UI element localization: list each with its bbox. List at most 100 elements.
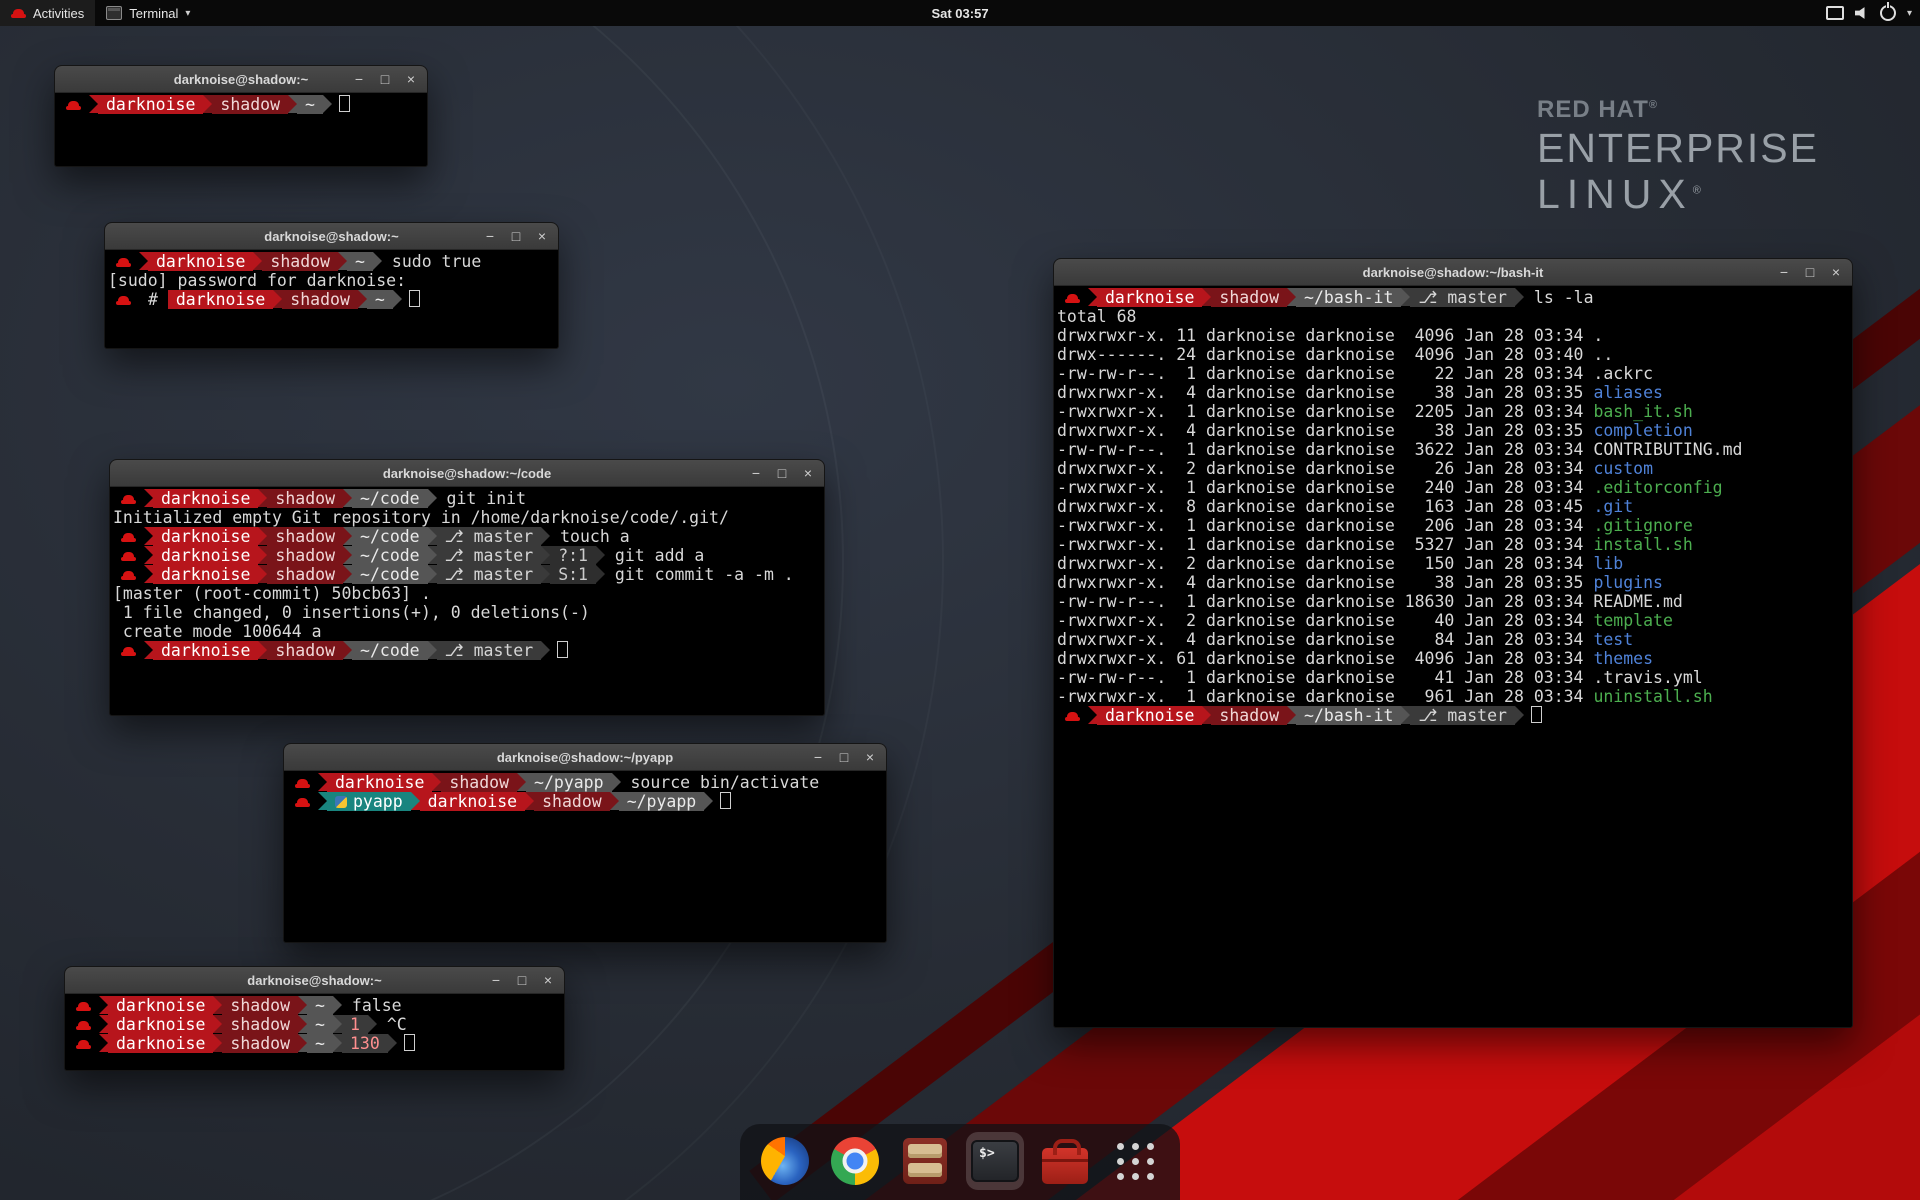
prompt-segment bbox=[113, 641, 144, 660]
terminal-content[interactable]: darknoiseshadow~/pyapp source bin/activa… bbox=[284, 771, 886, 813]
terminal-text: -rw-rw-r--. 1 darknoise darknoise 41 Jan… bbox=[1057, 668, 1703, 687]
dock-item-chrome[interactable] bbox=[826, 1132, 884, 1190]
close-button[interactable]: × bbox=[863, 750, 877, 764]
terminal-text: 1 file changed, 0 insertions(+), 0 delet… bbox=[113, 603, 590, 622]
chevron-down-icon: ▾ bbox=[185, 8, 190, 19]
prompt-segment: shadow bbox=[267, 527, 343, 546]
window-titlebar[interactable]: darknoise@shadow:~/bash-it − □ × bbox=[1054, 259, 1852, 286]
powerline-separator bbox=[596, 565, 605, 583]
prompt-segment bbox=[1057, 288, 1088, 307]
terminal-text: source bin/activate bbox=[621, 773, 820, 792]
redhat-icon bbox=[121, 645, 136, 658]
terminal-content[interactable]: darknoiseshadow~ falsedarknoiseshadow~1 … bbox=[65, 994, 564, 1055]
prompt-segment: shadow bbox=[441, 773, 517, 792]
redhat-icon bbox=[121, 550, 136, 563]
system-status-area[interactable]: ▾ bbox=[1826, 0, 1912, 26]
prompt-segment: pyapp bbox=[327, 792, 411, 811]
prompt-segment: ⎇ master bbox=[437, 527, 542, 546]
terminal-content[interactable]: darknoiseshadow~/code git initInitialize… bbox=[110, 487, 824, 662]
maximize-button[interactable]: □ bbox=[378, 72, 392, 86]
terminal-line: darknoiseshadow~/pyapp source bin/activa… bbox=[287, 773, 883, 792]
minimize-button[interactable]: − bbox=[1777, 265, 1791, 279]
app-menu-terminal[interactable]: Terminal ▾ bbox=[95, 0, 201, 26]
terminal-content[interactable]: darknoiseshadow~/bash-it⎇ master ls -lat… bbox=[1054, 286, 1852, 727]
window-titlebar[interactable]: darknoise@shadow:~ − □ × bbox=[65, 967, 564, 994]
clock[interactable]: Sat 03:57 bbox=[931, 6, 988, 21]
maximize-button[interactable]: □ bbox=[515, 973, 529, 987]
close-button[interactable]: × bbox=[801, 466, 815, 480]
terminal-text: -rwxrwxr-x. 1 darknoise darknoise 206 Ja… bbox=[1057, 516, 1593, 535]
terminal-text: -rwxrwxr-x. 1 darknoise darknoise 240 Ja… bbox=[1057, 478, 1593, 497]
dock-item-terminal[interactable]: $> bbox=[966, 1132, 1024, 1190]
terminal-line: drwxrwxr-x. 4 darknoise darknoise 38 Jan… bbox=[1057, 573, 1849, 592]
terminal-text: drwxrwxr-x. 2 darknoise darknoise 150 Ja… bbox=[1057, 554, 1593, 573]
close-button[interactable]: × bbox=[535, 229, 549, 243]
redhat-logo-icon bbox=[11, 7, 26, 20]
terminal-text: -rwxrwxr-x. 1 darknoise darknoise 5327 J… bbox=[1057, 535, 1593, 554]
terminal-window[interactable]: darknoise@shadow:~/code − □ × darknoises… bbox=[109, 459, 825, 716]
powerline-separator bbox=[343, 527, 352, 545]
window-titlebar[interactable]: darknoise@shadow:~/code − □ × bbox=[110, 460, 824, 487]
prompt-segment: ~/code bbox=[352, 546, 428, 565]
terminal-line: darknoiseshadow~ sudo true bbox=[108, 252, 555, 271]
terminal-window[interactable]: darknoise@shadow:~/bash-it − □ × darknoi… bbox=[1053, 258, 1853, 1028]
terminal-window[interactable]: darknoise@shadow:~/pyapp − □ × darknoise… bbox=[283, 743, 887, 943]
terminal-line: darknoiseshadow~/code⎇ master touch a bbox=[113, 527, 821, 546]
minimize-button[interactable]: − bbox=[811, 750, 825, 764]
powerline-separator bbox=[368, 1015, 377, 1033]
close-button[interactable]: × bbox=[404, 72, 418, 86]
prompt-segment: ~/pyapp bbox=[526, 773, 612, 792]
terminal-line: -rw-rw-r--. 1 darknoise darknoise 3622 J… bbox=[1057, 440, 1849, 459]
minimize-button[interactable]: − bbox=[352, 72, 366, 86]
window-titlebar[interactable]: darknoise@shadow:~ − □ × bbox=[55, 66, 427, 93]
powerline-separator bbox=[338, 252, 347, 270]
terminal-text: Initialized empty Git repository in /hom… bbox=[113, 508, 729, 527]
powerline-separator bbox=[99, 1034, 108, 1052]
minimize-button[interactable]: − bbox=[489, 973, 503, 987]
power-icon bbox=[1880, 5, 1896, 21]
window-title: darknoise@shadow:~/bash-it bbox=[1363, 265, 1544, 280]
terminal-line: # darknoiseshadow~ bbox=[108, 290, 555, 309]
terminal-text: drwxrwxr-x. 4 darknoise darknoise 38 Jan… bbox=[1057, 421, 1593, 440]
powerline-separator bbox=[144, 546, 153, 564]
powerline-separator bbox=[318, 792, 327, 810]
window-titlebar[interactable]: darknoise@shadow:~ − □ × bbox=[105, 223, 558, 250]
terminal-cursor bbox=[557, 641, 568, 658]
dock-item-toolbox[interactable] bbox=[1036, 1132, 1094, 1190]
terminal-window[interactable]: darknoise@shadow:~ − □ × darknoiseshadow… bbox=[104, 222, 559, 349]
powerline-separator bbox=[1401, 288, 1410, 306]
window-titlebar[interactable]: darknoise@shadow:~/pyapp − □ × bbox=[284, 744, 886, 771]
brand-enterprise: ENTERPRISE bbox=[1537, 127, 1819, 170]
terminal-window[interactable]: darknoise@shadow:~ − □ × darknoiseshadow… bbox=[54, 65, 428, 167]
terminal-window[interactable]: darknoise@shadow:~ − □ × darknoiseshadow… bbox=[64, 966, 565, 1071]
dock-item-firefox[interactable] bbox=[756, 1132, 814, 1190]
prompt-segment: ~ bbox=[367, 290, 393, 309]
terminal-cursor bbox=[339, 95, 350, 112]
activities-button[interactable]: Activities bbox=[0, 0, 95, 26]
prompt-segment: darknoise bbox=[108, 996, 213, 1015]
files-icon bbox=[903, 1138, 947, 1184]
minimize-button[interactable]: − bbox=[749, 466, 763, 480]
prompt-segment: ⎇ master bbox=[437, 565, 542, 584]
maximize-button[interactable]: □ bbox=[1803, 265, 1817, 279]
powerline-separator bbox=[333, 1034, 342, 1052]
maximize-button[interactable]: □ bbox=[775, 466, 789, 480]
minimize-button[interactable]: − bbox=[483, 229, 497, 243]
terminal-text: sudo true bbox=[382, 252, 481, 271]
dock-item-show-apps[interactable] bbox=[1106, 1132, 1164, 1190]
maximize-button[interactable]: □ bbox=[837, 750, 851, 764]
powerline-separator bbox=[318, 773, 327, 791]
powerline-separator bbox=[1287, 288, 1296, 306]
prompt-segment: ~ bbox=[307, 1034, 333, 1053]
terminal-line: -rwxrwxr-x. 2 darknoise darknoise 40 Jan… bbox=[1057, 611, 1849, 630]
close-button[interactable]: × bbox=[1829, 265, 1843, 279]
close-button[interactable]: × bbox=[541, 973, 555, 987]
powerline-separator bbox=[139, 252, 148, 270]
terminal-content[interactable]: darknoiseshadow~ sudo true[sudo] passwor… bbox=[105, 250, 558, 311]
prompt-segment bbox=[287, 792, 318, 811]
dock-item-files[interactable] bbox=[896, 1132, 954, 1190]
redhat-icon bbox=[1065, 292, 1080, 305]
rhel-branding: RED HAT® ENTERPRISE LINUX® bbox=[1537, 96, 1819, 216]
terminal-content[interactable]: darknoiseshadow~ bbox=[55, 93, 427, 116]
maximize-button[interactable]: □ bbox=[509, 229, 523, 243]
